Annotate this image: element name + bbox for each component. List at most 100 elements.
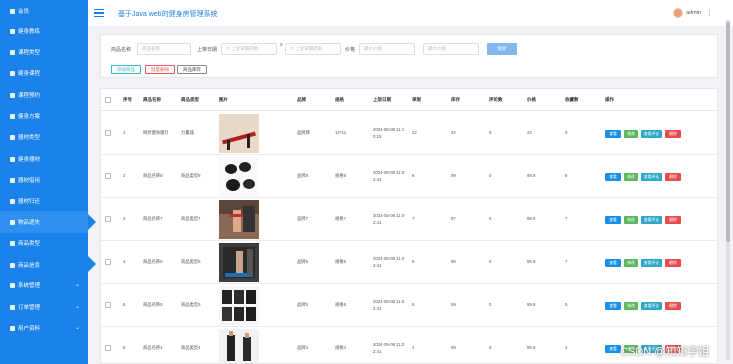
col-header: 图片	[219, 97, 228, 102]
product-image	[219, 200, 259, 239]
sidebar-item-products[interactable]: 商品信息	[0, 254, 88, 276]
stock-button[interactable]: 商品库存	[177, 65, 207, 74]
sidebar-item-equipment-types[interactable]: 器材类型	[0, 126, 88, 148]
row-checkbox[interactable]	[105, 173, 111, 179]
list-icon	[10, 49, 15, 55]
date-end-input[interactable]: ◷ 上架日期结束	[285, 43, 341, 55]
row-checkbox[interactable]	[105, 302, 111, 308]
row-checkbox[interactable]	[105, 345, 111, 351]
cell-name: 商品名称5	[143, 302, 163, 307]
sidebar-item-label: 器材借用	[18, 178, 41, 184]
view-comments-button[interactable]: 查看评论	[641, 302, 662, 310]
view-comments-button[interactable]: 查看评论	[641, 216, 662, 224]
view-button[interactable]: 查看	[605, 259, 621, 267]
edit-button[interactable]: 修改	[624, 302, 638, 310]
sidebar-item-course-types[interactable]: 课程类型	[0, 41, 88, 63]
cell-favorites: 0	[565, 130, 568, 135]
list-icon	[10, 92, 15, 98]
menu-toggle-icon[interactable]	[94, 9, 104, 18]
sidebar-item-plans[interactable]: 健身方案	[0, 105, 88, 127]
row-checkbox[interactable]	[105, 130, 111, 136]
more-vertical-icon[interactable]: ⋮	[706, 9, 713, 17]
cell-date: 2:41	[373, 306, 382, 311]
cell-comments: 0	[489, 345, 492, 350]
cell-comments: 0	[489, 216, 492, 221]
sidebar-item-product-types[interactable]: 商品类型	[0, 232, 88, 254]
name-input[interactable]: 商品名称	[137, 43, 191, 55]
sidebar-item-system[interactable]: 系统管理 ⌄	[0, 274, 88, 296]
cell-spec: 规格8	[335, 173, 346, 178]
cell-no: 3	[123, 216, 126, 221]
sidebar-item-equipment[interactable]: 健身器材	[0, 148, 88, 170]
row-checkbox[interactable]	[105, 216, 111, 222]
view-comments-button[interactable]: 查看评论	[641, 259, 662, 267]
view-button[interactable]: 查看	[605, 130, 621, 138]
cell-date: 0:15	[373, 134, 382, 139]
cell-name: 商品名称4	[143, 345, 163, 350]
edit-button[interactable]: 修改	[624, 216, 638, 224]
view-button[interactable]: 查看	[605, 345, 621, 353]
view-button[interactable]: 查看	[605, 302, 621, 310]
user-name[interactable]: admin	[686, 10, 701, 16]
list-icon	[10, 262, 15, 268]
app-title: 基于Java web的健身房管理系统	[118, 11, 218, 18]
batch-delete-button[interactable]: 批量删除	[145, 65, 175, 74]
cell-brand: 品牌7	[297, 216, 308, 221]
view-comments-button[interactable]: 查看评论	[641, 130, 662, 138]
delete-button[interactable]: 删除	[665, 173, 681, 181]
cell-no: 1	[123, 130, 126, 135]
price-max-input[interactable]: 最大价格	[423, 43, 479, 55]
cell-limit: 4	[412, 345, 415, 350]
cell-price: 99.9	[527, 345, 536, 350]
delete-button[interactable]: 删除	[665, 259, 681, 267]
sidebar-item-courses[interactable]: 健身课程	[0, 62, 88, 84]
cell-stock: 99	[451, 302, 456, 307]
row-checkbox[interactable]	[105, 259, 111, 265]
sidebar-item-orders[interactable]: 订单管理 ⌄	[0, 296, 88, 318]
list-icon	[10, 28, 15, 34]
sidebar-item-members[interactable]: 会员	[0, 0, 88, 22]
sidebar-item-label: 用户资料	[18, 326, 41, 332]
sidebar-item-equipment-borrow[interactable]: 器材借用	[0, 169, 88, 191]
cell-type: 商品类型6	[181, 259, 201, 264]
sidebar-item-equipment-return[interactable]: 器材归还	[0, 190, 88, 212]
list-icon	[10, 113, 15, 119]
avatar[interactable]	[673, 8, 683, 18]
bulb-icon	[10, 177, 15, 183]
view-button[interactable]: 查看	[605, 216, 621, 224]
delete-button[interactable]: 删除	[665, 130, 681, 138]
date-end-placeholder: 上架日期结束	[295, 46, 323, 51]
edit-button[interactable]: 修改	[624, 130, 638, 138]
cell-type: 商品类型8	[181, 173, 201, 178]
delete-button[interactable]: 删除	[665, 216, 681, 224]
sidebar-item-label: 健身教练	[18, 29, 41, 35]
price-label: 价格	[345, 47, 356, 53]
table-row: 4 商品名称6 商品类型6 品牌6 规格6 2024-05-08 11:0 2:…	[101, 241, 717, 284]
add-product-button[interactable]: 添加商品	[111, 65, 141, 74]
cell-stock: 99	[451, 345, 456, 350]
chevron-down-icon: ⌄	[74, 325, 80, 331]
date-start-input[interactable]: ◷ 上架日期开始	[221, 43, 277, 55]
date-start-placeholder: 上架日期开始	[231, 46, 259, 51]
table-row: 3 商品名称7 商品类型7 品牌7 规格7 2024-05-08 11:0 2:…	[101, 198, 717, 241]
sidebar-item-profile[interactable]: 用户资料 ⌄	[0, 317, 88, 339]
cell-date: 2024-05-08 11:0	[373, 213, 405, 218]
sidebar-item-bookings[interactable]: 课程预约	[0, 84, 88, 106]
delete-button[interactable]: 删除	[665, 302, 681, 310]
list-icon	[10, 134, 15, 140]
cell-stock: 99	[451, 173, 456, 178]
view-button[interactable]: 查看	[605, 173, 621, 181]
cell-date: 2024-05-08 11:0	[373, 170, 405, 175]
price-min-input[interactable]: 最小价格	[359, 43, 415, 55]
search-button[interactable]: 搜索	[487, 43, 517, 55]
select-all-checkbox[interactable]	[105, 97, 111, 103]
cell-limit: 5	[412, 302, 415, 307]
edit-button[interactable]: 修改	[624, 173, 638, 181]
cell-type: 商品类型7	[181, 216, 201, 221]
view-comments-button[interactable]: 查看评论	[641, 173, 662, 181]
edit-button[interactable]: 修改	[624, 259, 638, 267]
sidebar-item-coaches[interactable]: 健身教练	[0, 20, 88, 42]
user-icon	[10, 8, 15, 14]
sidebar-item-lost-items[interactable]: 物品遗失	[0, 211, 88, 233]
scrollbar-thumb[interactable]	[726, 22, 730, 242]
